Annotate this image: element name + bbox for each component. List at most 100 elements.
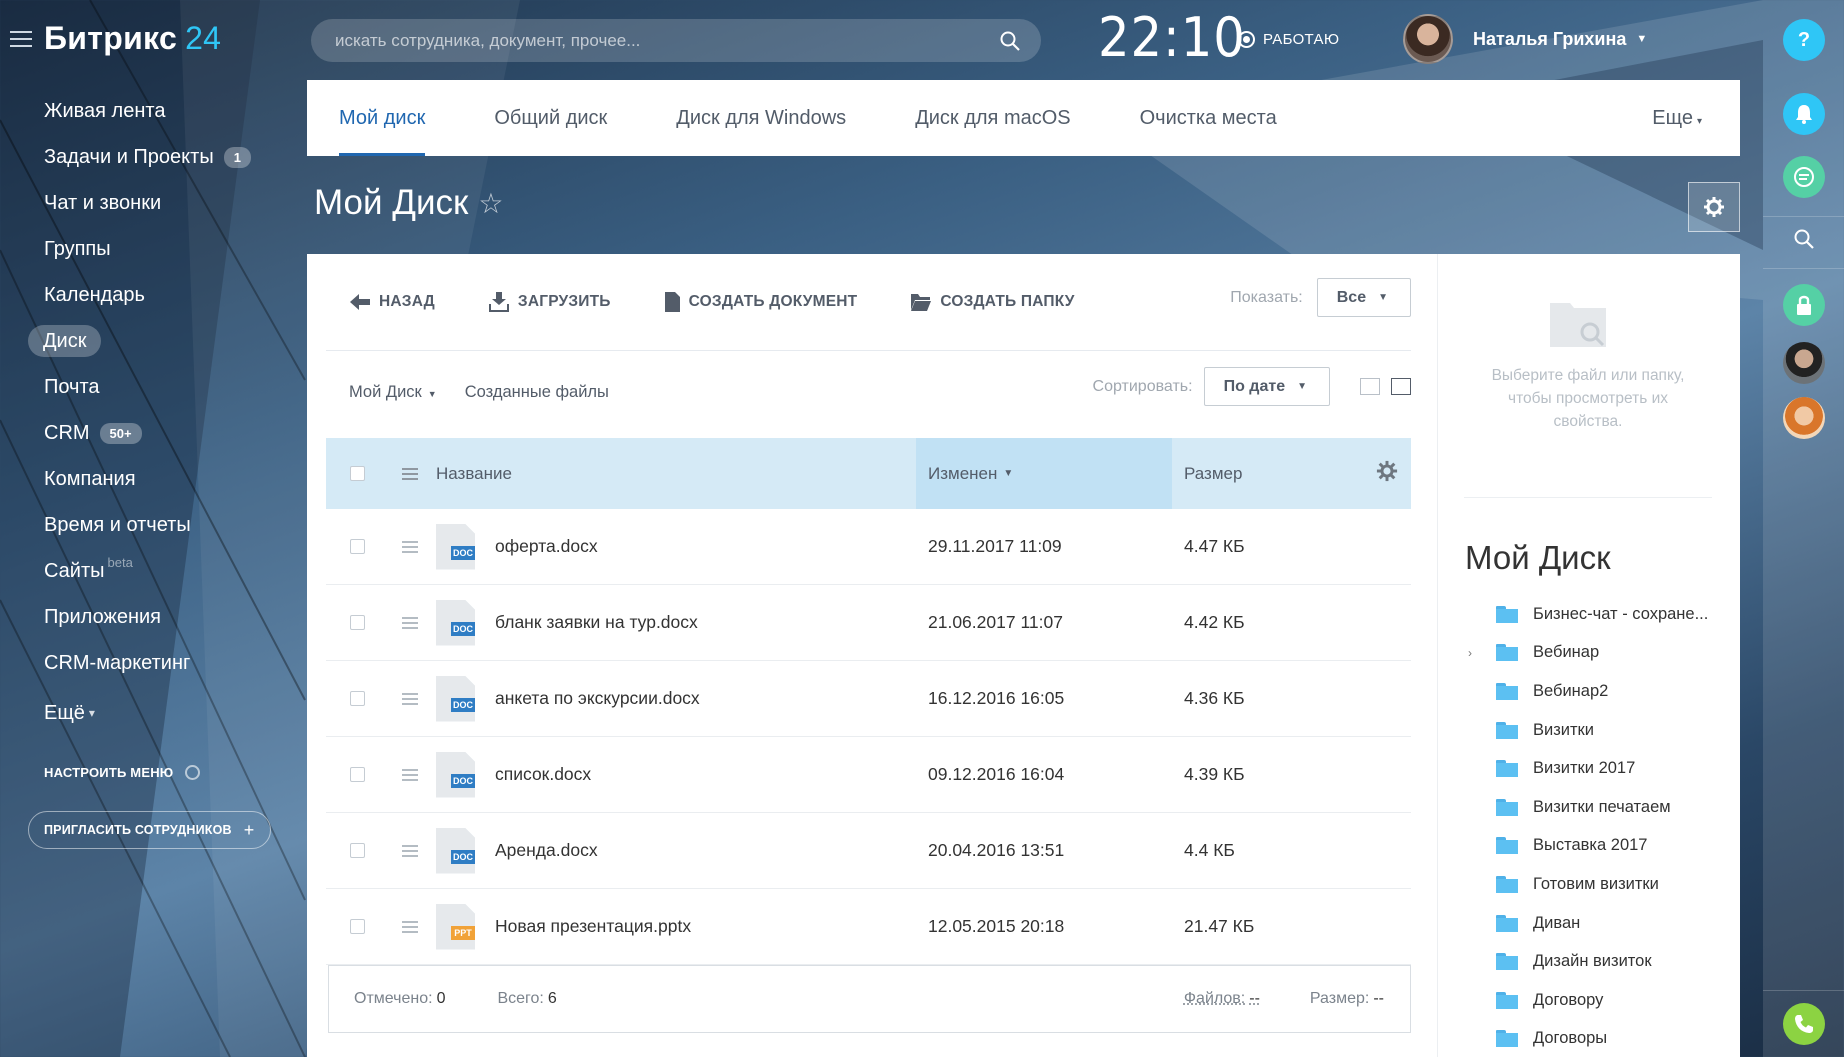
breadcrumb-my-disk[interactable]: Мой Диск ▼ bbox=[349, 383, 437, 402]
file-name-link[interactable]: Новая презентация.pptx bbox=[495, 916, 691, 937]
phone-button[interactable] bbox=[1783, 1003, 1825, 1045]
sidebar-item-calendar[interactable]: Календарь bbox=[28, 272, 267, 318]
back-arrow-icon bbox=[350, 294, 370, 310]
show-label: Показать: bbox=[1230, 289, 1302, 307]
tree-folder-item[interactable]: Договору bbox=[1468, 981, 1708, 1020]
row-menu-icon[interactable] bbox=[402, 845, 418, 857]
tree-folder-item[interactable]: › Вебинар bbox=[1468, 634, 1708, 673]
tree-folder-item[interactable]: Выставка 2017 bbox=[1468, 827, 1708, 866]
file-name-link[interactable]: оферта.docx bbox=[495, 536, 598, 557]
sidebar-item-chat[interactable]: Чат и звонки bbox=[28, 180, 267, 226]
sidebar-item-label: Календарь bbox=[44, 284, 145, 307]
file-name-link[interactable]: Аренда.docx bbox=[495, 840, 598, 861]
table-row[interactable]: DOC Аренда.docx 20.04.2016 13:51 4.4 КБ bbox=[326, 813, 1411, 889]
row-menu-icon[interactable] bbox=[402, 921, 418, 933]
tree-folder-item[interactable]: Визитки bbox=[1468, 711, 1708, 750]
sidebar-item-tasks[interactable]: Задачи и Проекты 1 bbox=[28, 134, 267, 180]
star-icon[interactable]: ☆ bbox=[478, 187, 503, 220]
row-checkbox[interactable] bbox=[350, 919, 365, 934]
column-header-size[interactable]: Размер bbox=[1184, 464, 1423, 484]
sidebar-item-feed[interactable]: Живая лента bbox=[28, 88, 267, 134]
sidebar-item-groups[interactable]: Группы bbox=[28, 226, 267, 272]
back-button[interactable]: НАЗАД bbox=[350, 293, 435, 311]
clock[interactable]: 22:10 bbox=[1098, 6, 1246, 69]
created-files-filter[interactable]: Созданные файлы bbox=[465, 383, 609, 402]
search-input[interactable] bbox=[335, 31, 955, 51]
tree-folder-item[interactable]: Готовим визитки bbox=[1468, 865, 1708, 904]
breadcrumb-label: Мой Диск bbox=[349, 383, 422, 401]
tree-folder-item[interactable]: Вебинар2 bbox=[1468, 672, 1708, 711]
row-checkbox[interactable] bbox=[350, 691, 365, 706]
row-checkbox[interactable] bbox=[350, 615, 365, 630]
tile-view-icon[interactable] bbox=[1360, 378, 1380, 395]
row-checkbox[interactable] bbox=[350, 767, 365, 782]
tree-folder-item[interactable]: Диван bbox=[1468, 904, 1708, 943]
tree-folder-item[interactable]: Договоры bbox=[1468, 1020, 1708, 1057]
tab-my-disk[interactable]: Мой диск bbox=[339, 80, 425, 156]
sort-select[interactable]: По дате ▼ bbox=[1204, 367, 1330, 406]
avatar[interactable] bbox=[1783, 397, 1825, 439]
sidebar-item-time[interactable]: Время и отчеты bbox=[28, 502, 267, 548]
page-settings-button[interactable] bbox=[1688, 182, 1740, 232]
table-row[interactable]: DOC анкета по экскурсии.docx 16.12.2016 … bbox=[326, 661, 1411, 737]
user-menu[interactable]: Наталья Грихина ▼ bbox=[1403, 14, 1647, 64]
tree-folder-item[interactable]: Дизайн визиток bbox=[1468, 942, 1708, 981]
app-logo[interactable]: Битрикс 24 bbox=[44, 20, 221, 57]
file-name-link[interactable]: список.docx bbox=[495, 764, 591, 785]
row-checkbox[interactable] bbox=[350, 539, 365, 554]
tab-disk-macos[interactable]: Диск для macOS bbox=[915, 80, 1070, 156]
table-row[interactable]: DOC оферта.docx 29.11.2017 11:09 4.47 КБ bbox=[326, 509, 1411, 585]
files-count-link[interactable]: Файлов: -- bbox=[1184, 990, 1260, 1008]
logo-name: Битрикс bbox=[44, 20, 177, 56]
tree-folder-item[interactable]: Визитки 2017 bbox=[1468, 749, 1708, 788]
sidebar-item-disk[interactable]: Диск bbox=[28, 325, 101, 357]
sidebar-item-more[interactable]: Ещё ▾ bbox=[28, 690, 267, 736]
tabs-more-button[interactable]: Еще ▾ bbox=[1652, 107, 1702, 130]
list-view-icon[interactable] bbox=[1391, 378, 1411, 395]
sidebar-item-sites[interactable]: Сайты beta bbox=[28, 548, 267, 594]
invite-employees-button[interactable]: ПРИГЛАСИТЬ СОТРУДНИКОВ + bbox=[28, 811, 271, 849]
show-select[interactable]: Все ▼ bbox=[1317, 278, 1411, 317]
search-icon[interactable] bbox=[999, 30, 1021, 52]
row-checkbox[interactable] bbox=[350, 843, 365, 858]
configure-menu-button[interactable]: НАСТРОИТЬ МЕНЮ bbox=[44, 765, 200, 780]
table-row[interactable]: PPT Новая презентация.pptx 12.05.2015 20… bbox=[326, 889, 1411, 965]
row-menu-icon[interactable] bbox=[402, 541, 418, 553]
menu-burger-icon[interactable] bbox=[10, 31, 32, 47]
sidebar-item-mail[interactable]: Почта bbox=[28, 364, 267, 410]
tree-folder-item[interactable]: Бизнес-чат - сохране... bbox=[1468, 595, 1708, 634]
row-menu-cell bbox=[391, 541, 428, 553]
row-menu-icon[interactable] bbox=[402, 769, 418, 781]
avatar[interactable] bbox=[1783, 342, 1825, 384]
tasks-counter-badge: 1 bbox=[224, 147, 251, 168]
table-row[interactable]: DOC список.docx 09.12.2016 16:04 4.39 КБ bbox=[326, 737, 1411, 813]
file-name-link[interactable]: анкета по экскурсии.docx bbox=[495, 688, 700, 709]
sidebar-item-company[interactable]: Компания bbox=[28, 456, 267, 502]
create-folder-button[interactable]: СОЗДАТЬ ПАПКУ bbox=[911, 293, 1074, 311]
help-button[interactable]: ? bbox=[1783, 19, 1825, 61]
lock-button[interactable] bbox=[1783, 284, 1825, 326]
notifications-button[interactable] bbox=[1783, 93, 1825, 135]
select-all-checkbox[interactable] bbox=[350, 466, 365, 481]
tab-shared-disk[interactable]: Общий диск bbox=[494, 80, 607, 156]
column-header-modified[interactable]: Изменен ▼ bbox=[928, 464, 1184, 484]
chat-button[interactable] bbox=[1783, 156, 1825, 198]
rail-search-button[interactable] bbox=[1783, 218, 1825, 260]
table-row[interactable]: DOC бланк заявки на тур.docx 21.06.2017 … bbox=[326, 585, 1411, 661]
work-status-button[interactable]: РАБОТАЮ bbox=[1238, 31, 1339, 48]
column-header-name[interactable]: Название bbox=[436, 464, 936, 484]
tab-cleanup[interactable]: Очистка места bbox=[1140, 80, 1277, 156]
row-menu-icon[interactable] bbox=[402, 693, 418, 705]
upload-button[interactable]: ЗАГРУЗИТЬ bbox=[489, 292, 611, 312]
create-document-button[interactable]: СОЗДАТЬ ДОКУМЕНТ bbox=[665, 292, 858, 312]
size-total: Размер: -- bbox=[1310, 990, 1384, 1008]
sidebar-item-crm-marketing[interactable]: CRM-маркетинг bbox=[28, 640, 267, 686]
sidebar-item-apps[interactable]: Приложения bbox=[28, 594, 267, 640]
sidebar-item-crm[interactable]: CRM 50+ bbox=[28, 410, 267, 456]
tab-disk-windows[interactable]: Диск для Windows bbox=[676, 80, 846, 156]
tree-folder-item[interactable]: Визитки печатаем bbox=[1468, 788, 1708, 827]
row-menu-icon[interactable] bbox=[402, 617, 418, 629]
chevron-right-icon[interactable]: › bbox=[1468, 646, 1496, 660]
file-name-link[interactable]: бланк заявки на тур.docx bbox=[495, 612, 698, 633]
menu-lines-icon[interactable] bbox=[402, 468, 418, 480]
